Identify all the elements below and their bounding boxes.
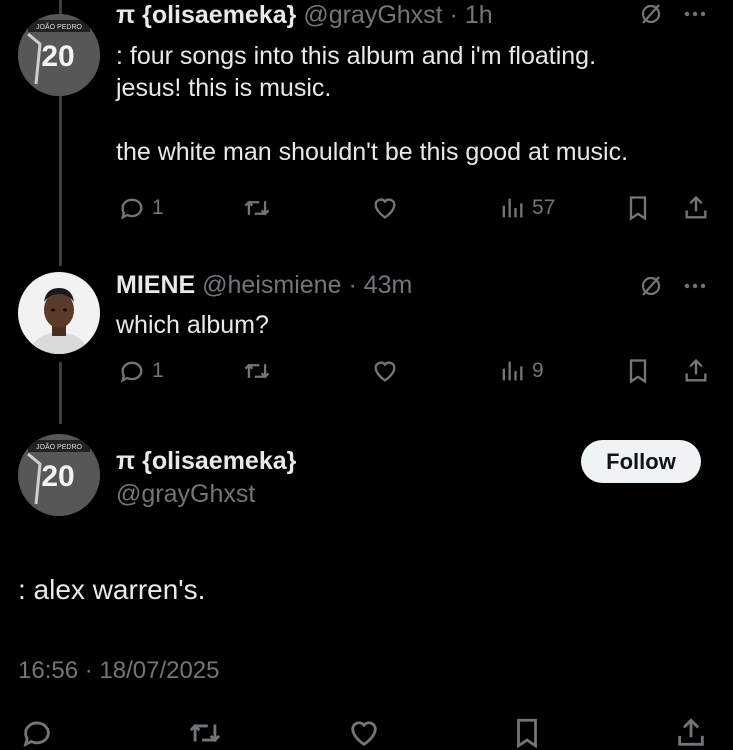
share-icon	[682, 194, 710, 222]
tweet-timestamp[interactable]: 16:56 · 18/07/2025	[18, 656, 220, 686]
views-count: 57	[532, 196, 556, 219]
display-name[interactable]: MIENE	[116, 271, 195, 299]
tweet-text: : four songs into this album and i'm flo…	[116, 40, 628, 168]
grok-icon[interactable]	[639, 2, 663, 31]
tweet-time[interactable]: 1h	[465, 1, 493, 29]
tweet-header: MIENE @heismiene · 43m	[116, 270, 412, 300]
display-name[interactable]: π {olisaemeka}	[116, 1, 296, 29]
retweet-icon	[242, 357, 272, 385]
tweet-menu	[639, 2, 707, 31]
tweet-menu	[639, 274, 707, 303]
avatar[interactable]: JOÃO PEDRO 20	[18, 434, 100, 516]
separator-dot: ·	[449, 1, 458, 29]
separator-dot: ·	[348, 271, 357, 299]
more-icon[interactable]	[683, 2, 707, 31]
bookmark-icon	[624, 357, 652, 385]
views-count: 9	[532, 359, 544, 382]
views-icon	[498, 357, 526, 385]
thread-line-top	[59, 0, 62, 14]
action-bar: 1 9	[116, 357, 716, 391]
reply-icon[interactable]	[20, 716, 54, 750]
user-handle[interactable]: @grayGhxst	[303, 1, 442, 29]
tweet-text: which album?	[116, 309, 269, 341]
more-icon[interactable]	[683, 274, 707, 303]
thread-line-1	[59, 96, 62, 266]
reply-icon	[118, 194, 146, 222]
bookmark-icon[interactable]	[510, 716, 544, 750]
tweet-line: jesus! this is music.	[116, 74, 332, 102]
thread-line-2	[59, 362, 62, 424]
tweet-line: : four songs into this album and i'm flo…	[116, 42, 597, 70]
retweet-icon	[242, 194, 272, 222]
share-icon	[682, 357, 710, 385]
bookmark-button[interactable]	[624, 357, 652, 385]
bookmark-icon	[624, 194, 652, 222]
heart-icon	[370, 357, 400, 385]
display-name[interactable]: π {olisaemeka}	[116, 446, 296, 476]
heart-icon	[370, 194, 400, 222]
retweet-icon[interactable]	[186, 716, 224, 750]
reply-icon	[118, 357, 146, 385]
retweet-button[interactable]	[242, 194, 272, 222]
svg-text:20: 20	[41, 460, 74, 493]
views-button[interactable]: 9	[498, 357, 544, 385]
tweet-text: : alex warren's.	[18, 574, 206, 605]
svg-text:JOÃO PEDRO: JOÃO PEDRO	[36, 22, 82, 31]
reply-count: 1	[152, 359, 164, 382]
share-button[interactable]	[682, 194, 710, 222]
tweet-time[interactable]: 43m	[364, 271, 413, 299]
views-button[interactable]: 57	[498, 194, 555, 222]
user-handle[interactable]: @heismiene	[202, 271, 341, 299]
thread-page: JOÃO PEDRO 20 π {olisaemeka} @grayGhxst …	[0, 0, 733, 750]
grok-icon[interactable]	[639, 274, 663, 303]
like-button[interactable]	[370, 357, 400, 385]
bookmark-button[interactable]	[624, 194, 652, 222]
views-icon	[498, 194, 526, 222]
avatar[interactable]	[18, 272, 100, 354]
heart-icon[interactable]	[346, 716, 382, 750]
svg-text:20: 20	[41, 40, 74, 73]
reply-button[interactable]: 1	[118, 357, 164, 385]
action-bar	[0, 712, 733, 750]
follow-button[interactable]: Follow	[581, 440, 701, 483]
share-icon[interactable]	[674, 716, 708, 750]
retweet-button[interactable]	[242, 357, 272, 385]
tweet-header: π {olisaemeka} @grayGhxst · 1h	[116, 0, 493, 30]
tweet-line: which album?	[116, 311, 269, 339]
share-button[interactable]	[682, 357, 710, 385]
svg-text:JOÃO PEDRO: JOÃO PEDRO	[36, 442, 82, 451]
avatar[interactable]: JOÃO PEDRO 20	[18, 14, 100, 96]
like-button[interactable]	[370, 194, 400, 222]
tweet-line: the white man shouldn't be this good at …	[116, 138, 629, 166]
reply-button[interactable]: 1	[118, 194, 164, 222]
action-bar: 1 57	[116, 194, 716, 228]
user-handle[interactable]: @grayGhxst	[116, 479, 255, 509]
reply-count: 1	[152, 196, 164, 219]
